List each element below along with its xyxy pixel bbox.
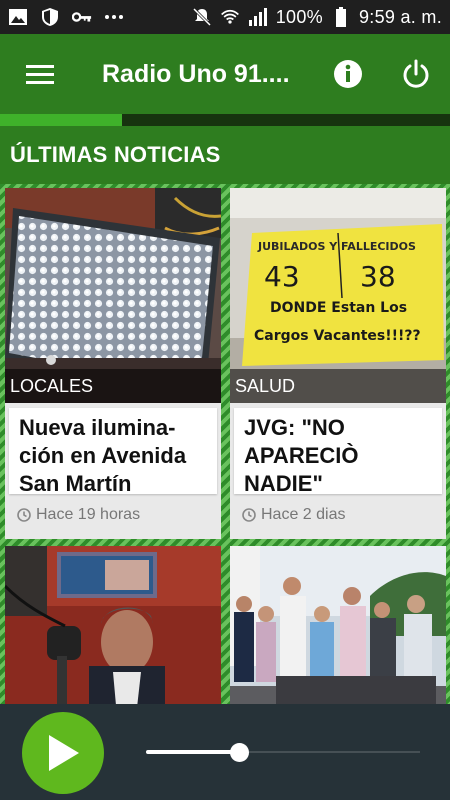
image-icon: [8, 7, 28, 27]
news-image-led-panel: LOCALES: [5, 188, 221, 403]
battery-level: 100%: [275, 6, 323, 27]
card-timestamp: Hace 2 dias: [261, 506, 346, 523]
menu-icon: [26, 65, 54, 84]
news-image-group-photo: [230, 546, 446, 704]
seek-bar-thumb[interactable]: [230, 743, 249, 762]
status-bar: 100% 9:59 a. m.: [0, 0, 450, 34]
sign-number-right: 38: [360, 260, 396, 293]
news-card[interactable]: [230, 546, 446, 704]
sign-text-line2: DONDE Estan Los: [270, 300, 407, 316]
battery-icon: [331, 7, 351, 27]
news-grid: LOCALES Nueva ilumina-ción en Avenida Sa…: [0, 184, 450, 704]
clock-icon: [17, 508, 31, 522]
app-bar: Radio Uno 91....: [0, 34, 450, 114]
more-dots-icon: [104, 7, 124, 27]
play-icon: [49, 735, 79, 771]
menu-button[interactable]: [0, 34, 80, 114]
mute-icon: [192, 7, 212, 27]
power-icon: [403, 59, 429, 88]
shield-icon: [40, 7, 60, 27]
info-button[interactable]: [314, 34, 382, 114]
sign-number-left: 43: [264, 260, 300, 293]
loading-progress-bar: [0, 114, 450, 126]
news-image-protest-sign: JUBILADOS Y FALLECIDOS 43 38 DONDE Estan…: [230, 188, 446, 403]
section-title: ÚLTIMAS NOTICIAS: [10, 142, 221, 167]
news-card[interactable]: JUBILADOS Y FALLECIDOS 43 38 DONDE Estan…: [230, 188, 446, 539]
card-headline[interactable]: JVG: "NO APARECIÒ NADIE": [234, 408, 442, 494]
sign-text-left-header: JUBILADOS Y FALLECIDOS: [257, 240, 416, 253]
wifi-icon: [220, 7, 240, 27]
news-image-radio-host: [5, 546, 221, 704]
news-card[interactable]: [5, 546, 221, 704]
clock: 9:59 a. m.: [358, 6, 442, 27]
clock-icon: [242, 508, 256, 522]
seek-bar-track[interactable]: [240, 751, 420, 753]
seek-bar-progress: [146, 750, 240, 754]
news-card[interactable]: LOCALES Nueva ilumina-ción en Avenida Sa…: [5, 188, 221, 539]
power-button[interactable]: [382, 34, 450, 114]
signal-icon: [248, 7, 268, 27]
section-header: ÚLTIMAS NOTICIAS: [0, 126, 450, 184]
loading-progress-fill: [0, 114, 122, 126]
sign-text-line3: Cargos Vacantes!!!??: [254, 328, 421, 344]
key-icon: [72, 7, 92, 27]
app-title: Radio Uno 91....: [102, 59, 290, 88]
player-bar: [0, 704, 450, 800]
card-timestamp: Hace 19 horas: [36, 506, 141, 523]
card-category: SALUD: [230, 369, 446, 403]
play-button[interactable]: [22, 712, 104, 794]
card-headline[interactable]: Nueva ilumina-ción en Avenida San Martín: [9, 408, 217, 494]
card-category: LOCALES: [5, 369, 221, 403]
info-icon: [334, 60, 362, 88]
